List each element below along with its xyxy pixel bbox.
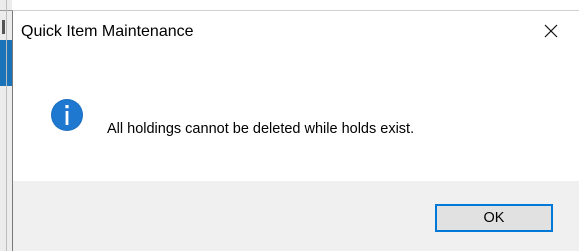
message-dialog: Quick Item Maintenance All holdings cann… [12,10,579,251]
background-window-edge [0,0,12,251]
info-icon [51,99,83,131]
dialog-body: All holdings cannot be deleted while hol… [13,51,579,181]
close-icon [544,24,558,38]
dialog-title: Quick Item Maintenance [21,23,194,40]
dialog-message: All holdings cannot be deleted while hol… [107,121,415,137]
ok-button[interactable]: OK [435,204,553,232]
dialog-titlebar[interactable]: Quick Item Maintenance [13,11,579,51]
dialog-footer: OK [13,181,579,251]
background-divider-vertical [6,0,7,251]
screen: Quick Item Maintenance All holdings cann… [0,0,579,251]
background-text-fragment [2,20,5,34]
close-button[interactable] [537,17,565,45]
